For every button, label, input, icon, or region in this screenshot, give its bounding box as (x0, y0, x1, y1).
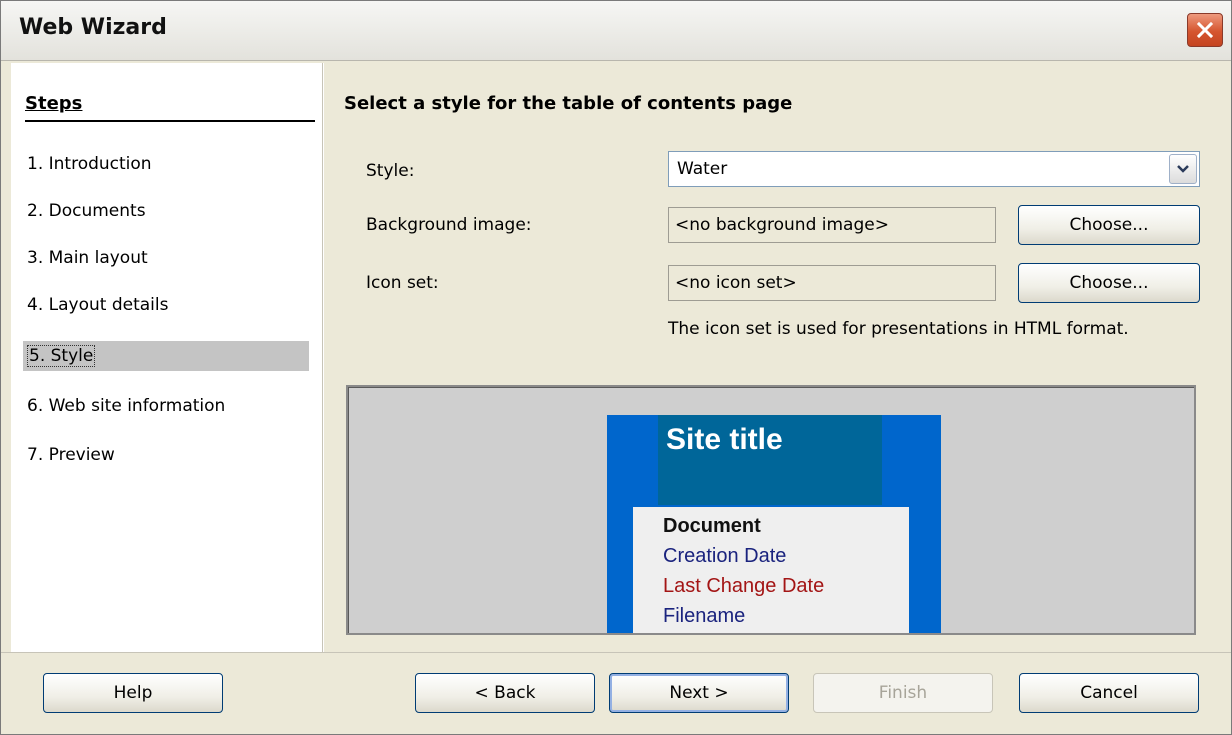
cancel-label: Cancel (1080, 683, 1138, 703)
icon-set-field: <no icon set> (668, 265, 996, 301)
cancel-button[interactable]: Cancel (1019, 673, 1199, 713)
page-heading: Select a style for the table of contents… (344, 93, 793, 114)
help-button[interactable]: Help (43, 673, 223, 713)
step-label: 5. Style (27, 345, 96, 367)
preview-creation-date: Creation Date (663, 545, 787, 567)
preview-site: Site title Document Creation Date Last C… (607, 415, 941, 633)
choose-icon-set-label: Choose... (1069, 273, 1149, 293)
choose-icon-set-button[interactable]: Choose... (1018, 263, 1200, 303)
style-select-value: Water (677, 159, 728, 179)
step-label: 7. Preview (27, 445, 115, 465)
choose-background-button[interactable]: Choose... (1018, 205, 1200, 245)
step-style[interactable]: 5. Style (23, 341, 309, 371)
choose-background-label: Choose... (1069, 215, 1149, 235)
preview-document-box: Document Creation Date Last Change Date … (633, 507, 909, 633)
style-label: Style: (366, 161, 415, 181)
step-label: 6. Web site information (27, 396, 226, 416)
finish-label: Finish (878, 683, 928, 703)
style-preview: Site title Document Creation Date Last C… (346, 385, 1196, 635)
preview-document: Document (663, 515, 761, 537)
preview-filename: Filename (663, 605, 746, 627)
steps-sidebar: Steps 1. Introduction 2. Documents 3. Ma… (11, 63, 323, 652)
style-select[interactable]: Water (668, 151, 1200, 187)
close-button[interactable] (1187, 13, 1223, 47)
step-label: 1. Introduction (27, 154, 152, 174)
web-wizard-window: Web Wizard Steps 1. Introduction 2. Docu… (0, 0, 1232, 735)
step-label: 4. Layout details (27, 295, 169, 315)
step-preview[interactable]: 7. Preview (23, 440, 309, 470)
preview-title-box: Site title (658, 415, 882, 505)
help-label: Help (113, 683, 153, 703)
step-layout-details[interactable]: 4. Layout details (23, 290, 309, 320)
step-introduction[interactable]: 1. Introduction (23, 149, 309, 179)
icon-set-note: The icon set is used for presentations i… (668, 319, 1129, 339)
preview-site-title: Site title (666, 423, 783, 456)
window-title: Web Wizard (19, 15, 167, 40)
step-label: 2. Documents (27, 201, 146, 221)
next-label: Next > (669, 683, 729, 703)
step-label: 3. Main layout (27, 248, 148, 268)
step-main-layout[interactable]: 3. Main layout (23, 243, 309, 273)
steps-title: Steps (25, 93, 315, 122)
back-button[interactable]: < Back (415, 673, 595, 713)
preview-last-change-date: Last Change Date (663, 575, 825, 597)
background-image-field: <no background image> (668, 207, 996, 243)
finish-button[interactable]: Finish (813, 673, 993, 713)
chevron-down-icon (1177, 165, 1189, 173)
close-icon (1196, 21, 1214, 39)
next-button[interactable]: Next > (609, 673, 789, 713)
button-bar: Help < Back Next > Finish Cancel (1, 652, 1231, 734)
icon-set-label: Icon set: (366, 273, 439, 293)
wizard-content: Steps 1. Introduction 2. Documents 3. Ma… (11, 63, 1223, 652)
title-bar[interactable]: Web Wizard (1, 1, 1231, 61)
dropdown-button[interactable] (1169, 154, 1197, 184)
step-web-site-information[interactable]: 6. Web site information (23, 391, 309, 421)
style-panel: Select a style for the table of contents… (324, 63, 1223, 652)
back-label: < Back (474, 683, 536, 703)
step-documents[interactable]: 2. Documents (23, 196, 309, 226)
background-image-label: Background image: (366, 215, 532, 235)
